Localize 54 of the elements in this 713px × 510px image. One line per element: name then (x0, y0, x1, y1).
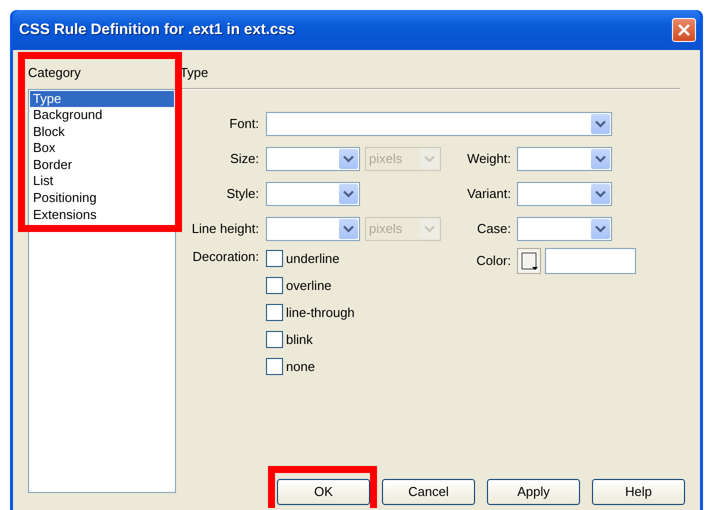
field-label: Color: (475, 252, 512, 270)
checkbox-label: blink (286, 330, 313, 349)
checkbox-label: underline (286, 250, 340, 268)
dropdown[interactable] (266, 182, 360, 206)
color-input[interactable] (545, 248, 636, 274)
dialog-button[interactable]: Apply (487, 479, 580, 505)
dropdown[interactable] (517, 146, 612, 170)
chevron-down-icon (595, 190, 606, 198)
color-swatch-button[interactable] (517, 248, 541, 274)
dropdown[interactable] (266, 216, 360, 240)
dropdown[interactable] (517, 216, 612, 240)
field-label: Font: (228, 114, 260, 133)
checkbox[interactable] (266, 331, 283, 348)
checkbox[interactable] (266, 304, 283, 321)
dropdown[interactable] (517, 182, 612, 206)
field-label: Size: (229, 150, 260, 168)
category-item[interactable]: List (30, 173, 174, 190)
category-item[interactable]: Border (30, 156, 174, 174)
chevron-down-icon (595, 154, 606, 162)
chevron-down-icon (595, 120, 606, 128)
dialog-button[interactable]: Help (592, 479, 685, 505)
chevron-down-icon (424, 224, 435, 232)
close-button[interactable] (672, 18, 696, 42)
chevron-down-icon (595, 224, 606, 232)
field-label: Weight: (466, 150, 512, 168)
category-item[interactable]: Type (30, 90, 174, 108)
dialog-button[interactable]: Cancel (382, 479, 475, 505)
category-item[interactable]: Background (30, 107, 174, 124)
category-item[interactable]: Extensions (30, 206, 174, 224)
field-label: Decoration: (192, 248, 260, 266)
field-label: Style: (225, 184, 260, 203)
field-label: Line height: (190, 220, 260, 238)
dropdown[interactable] (266, 112, 612, 136)
chevron-down-icon (343, 224, 354, 232)
category-label: Category (28, 64, 82, 82)
checkbox[interactable] (266, 250, 283, 267)
field-label: Case: (476, 220, 512, 238)
window-title: CSS Rule Definition for .ext1 in ext.css (19, 20, 295, 40)
dropdown[interactable] (266, 146, 360, 170)
close-icon (677, 23, 691, 37)
checkbox-label: line-through (286, 304, 355, 322)
dialog-button[interactable]: OK (277, 479, 370, 505)
chevron-down-icon (343, 190, 354, 198)
checkbox-label: overline (286, 276, 332, 295)
chevron-down-icon (343, 154, 354, 162)
checkbox-label: none (286, 358, 315, 376)
checkbox[interactable] (266, 358, 283, 375)
category-item[interactable]: Box (30, 140, 174, 157)
panel-heading: Type (180, 64, 210, 82)
category-item[interactable]: Block (30, 124, 174, 140)
field-label: Variant: (466, 184, 512, 203)
checkbox[interactable] (266, 277, 283, 294)
category-item[interactable]: Positioning (30, 190, 174, 207)
chevron-down-icon (424, 154, 435, 162)
